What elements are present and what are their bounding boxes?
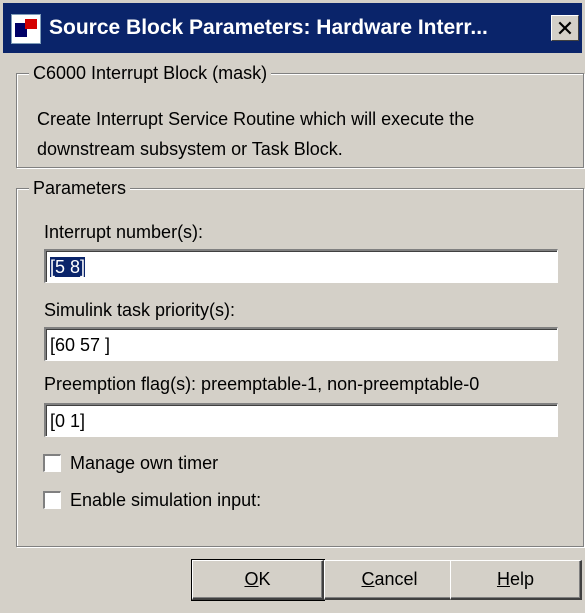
interrupt-number-value: [5 8] — [50, 257, 86, 277]
preemption-flag-value: [0 1] — [50, 411, 86, 431]
task-priority-input[interactable]: [60 57 ] — [44, 327, 558, 361]
close-icon: ✕ — [555, 16, 575, 41]
interrupt-number-input[interactable]: [5 8] — [44, 249, 558, 283]
window-title: Source Block Parameters: Hardware Interr… — [49, 16, 488, 39]
close-button[interactable]: ✕ — [551, 15, 579, 41]
help-button[interactable]: Help — [450, 560, 582, 600]
simulink-block-icon — [11, 14, 41, 44]
manage-own-timer-checkbox[interactable] — [43, 454, 61, 472]
manage-own-timer-label[interactable]: Manage own timer — [70, 452, 218, 474]
title-bar[interactable]: Source Block Parameters: Hardware Interr… — [3, 3, 582, 53]
mask-group-legend: C6000 Interrupt Block (mask) — [29, 62, 272, 84]
mask-description: Create Interrupt Service Routine which w… — [37, 109, 475, 159]
help-label-rest: elp — [509, 569, 535, 589]
cancel-button[interactable]: Cancel — [324, 560, 456, 600]
ok-button[interactable]: OK — [191, 559, 325, 601]
help-mnemonic: H — [496, 569, 510, 589]
mask-description-group: C6000 Interrupt Block (mask) Create Inte… — [16, 62, 584, 168]
dialog-window: Source Block Parameters: Hardware Interr… — [0, 0, 585, 613]
ok-label-rest: K — [258, 569, 271, 589]
ok-mnemonic: O — [244, 569, 259, 589]
parameters-group-legend: Parameters — [29, 177, 131, 199]
interrupt-number-label: Interrupt number(s): — [44, 222, 204, 242]
preemption-flag-label: Preemption flag(s): preemptable-1, non-p… — [44, 374, 480, 394]
task-priority-value: [60 57 ] — [50, 335, 111, 355]
preemption-flag-input[interactable]: [0 1] — [44, 403, 558, 437]
cancel-label-rest: ancel — [374, 569, 418, 589]
enable-simulation-input-checkbox[interactable] — [43, 491, 61, 509]
cancel-mnemonic: C — [361, 569, 375, 589]
enable-simulation-input-label[interactable]: Enable simulation input: — [70, 489, 261, 511]
task-priority-label: Simulink task priority(s): — [44, 300, 236, 320]
